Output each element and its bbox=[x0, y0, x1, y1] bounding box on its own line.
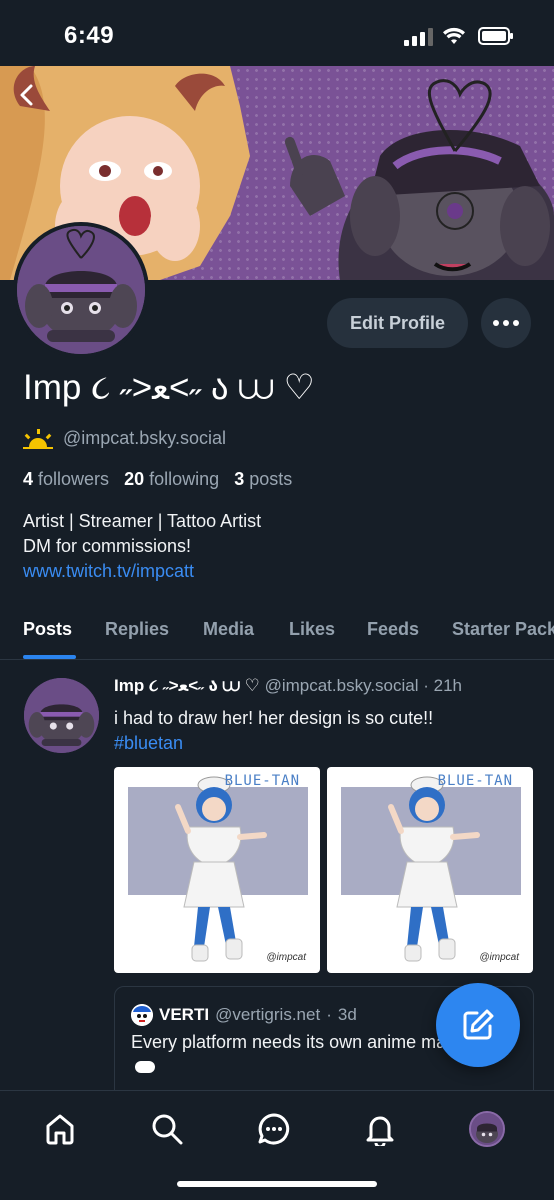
status-time: 6:49 bbox=[64, 22, 115, 49]
profile-handle: @impcat.bsky.social bbox=[63, 428, 226, 448]
profile-bio: Artist | Streamer | Tattoo Artist DM for… bbox=[23, 509, 261, 584]
pencil-icon bbox=[463, 1009, 494, 1040]
tab-posts[interactable]: Posts bbox=[23, 619, 72, 640]
tab-starter-packs[interactable]: Starter Packs bbox=[452, 619, 554, 640]
image-signature: @impcat bbox=[266, 952, 306, 963]
image-title: BLUE-TAN bbox=[437, 773, 513, 789]
quoted-author-avatar bbox=[131, 1004, 153, 1026]
sunrise-icon bbox=[23, 428, 53, 449]
nav-chat[interactable] bbox=[254, 1109, 294, 1149]
cellular-signal-icon bbox=[404, 28, 433, 46]
image-title: BLUE-TAN bbox=[224, 773, 300, 789]
post-author-name[interactable]: Imp ૮ ˶>ﻌ<˶ ა ⩊ ♡ bbox=[114, 676, 260, 695]
back-chevron-icon[interactable] bbox=[14, 82, 40, 108]
tab-feeds[interactable]: Feeds bbox=[367, 619, 419, 640]
posts-count: 3 bbox=[234, 469, 245, 489]
profile-tabs: Posts Replies Media Likes Feeds Starter … bbox=[0, 604, 554, 660]
post-separator: · bbox=[423, 676, 434, 695]
nav-avatar-artwork bbox=[471, 1113, 503, 1145]
following-count: 20 bbox=[124, 469, 145, 489]
post-author-handle[interactable]: @impcat.bsky.social bbox=[265, 676, 419, 695]
chat-icon bbox=[258, 1113, 290, 1145]
profile-stats: 4 followers 20 following 3 posts bbox=[23, 469, 302, 490]
profile-avatar[interactable] bbox=[13, 222, 149, 358]
profile-handle-row: @impcat.bsky.social bbox=[23, 428, 226, 449]
followers-label: followers bbox=[38, 469, 110, 489]
nav-search[interactable] bbox=[147, 1109, 187, 1149]
cloud-emoji bbox=[135, 1061, 155, 1073]
quoted-text: Every platform needs its own anime masco… bbox=[131, 1032, 485, 1052]
post-header: Imp ૮ ˶>ﻌ<˶ ა ⩊ ♡ @impcat.bsky.social · … bbox=[114, 676, 462, 696]
posts-stat: 3 posts bbox=[234, 469, 292, 489]
quoted-post-header: VERTI @vertigris.net · 3d bbox=[131, 1004, 357, 1026]
battery-icon bbox=[478, 27, 513, 45]
post-hashtag[interactable]: #bluetan bbox=[114, 731, 534, 756]
following-stat[interactable]: 20 following bbox=[124, 469, 219, 489]
ellipsis-dot bbox=[503, 320, 509, 326]
post-image[interactable]: BLUE-TAN @impcat bbox=[114, 767, 320, 973]
more-options-button[interactable] bbox=[481, 298, 531, 348]
home-indicator bbox=[177, 1181, 377, 1187]
bio-link[interactable]: www.twitch.tv/impcatt bbox=[23, 559, 261, 584]
avatar bbox=[469, 1111, 505, 1147]
tab-media[interactable]: Media bbox=[203, 619, 254, 640]
status-bar: 6:49 bbox=[0, 0, 554, 66]
post-text: i had to draw her! her design is so cute… bbox=[114, 708, 434, 728]
bio-line: DM for commissions! bbox=[23, 536, 192, 556]
post-avatar-artwork bbox=[24, 678, 99, 753]
posts-label: posts bbox=[249, 469, 293, 489]
wifi-icon bbox=[443, 27, 465, 44]
quoted-author-name: VERTI bbox=[159, 1005, 210, 1024]
quoted-author-handle: @vertigris.net bbox=[215, 1005, 321, 1024]
avatar-artwork bbox=[17, 226, 145, 354]
image-signature: @impcat bbox=[479, 952, 519, 963]
followers-count: 4 bbox=[23, 469, 34, 489]
post-author-avatar[interactable] bbox=[24, 678, 99, 753]
post-image-artwork bbox=[341, 776, 521, 962]
post-image[interactable]: BLUE-TAN @impcat bbox=[327, 767, 533, 973]
home-icon bbox=[46, 1114, 74, 1145]
nav-profile[interactable] bbox=[467, 1109, 507, 1149]
edit-profile-button[interactable]: Edit Profile bbox=[327, 298, 468, 348]
post-body: i had to draw her! her design is so cute… bbox=[114, 706, 534, 756]
followers-stat[interactable]: 4 followers bbox=[23, 469, 109, 489]
profile-display-name: Imp ૮ ˶>ﻌ<˶ ა ⩊ ♡ bbox=[23, 368, 315, 407]
tab-likes[interactable]: Likes bbox=[289, 619, 335, 640]
post-time: 21h bbox=[433, 676, 463, 695]
nav-notifications[interactable] bbox=[360, 1109, 400, 1149]
quoted-separator: · bbox=[326, 1005, 332, 1024]
quoted-time: 3d bbox=[337, 1005, 357, 1024]
active-tab-indicator bbox=[23, 655, 76, 659]
compose-button[interactable] bbox=[436, 983, 520, 1067]
ellipsis-dot bbox=[513, 320, 519, 326]
following-label: following bbox=[149, 469, 220, 489]
quoted-avatar-artwork bbox=[131, 1004, 153, 1026]
search-icon bbox=[152, 1114, 183, 1145]
nav-home[interactable] bbox=[40, 1109, 80, 1149]
bell-icon bbox=[366, 1116, 394, 1146]
tab-replies[interactable]: Replies bbox=[105, 619, 169, 640]
post-image-artwork bbox=[128, 776, 308, 962]
ellipsis-icon bbox=[493, 320, 499, 326]
bio-line: Artist | Streamer | Tattoo Artist bbox=[23, 511, 262, 531]
